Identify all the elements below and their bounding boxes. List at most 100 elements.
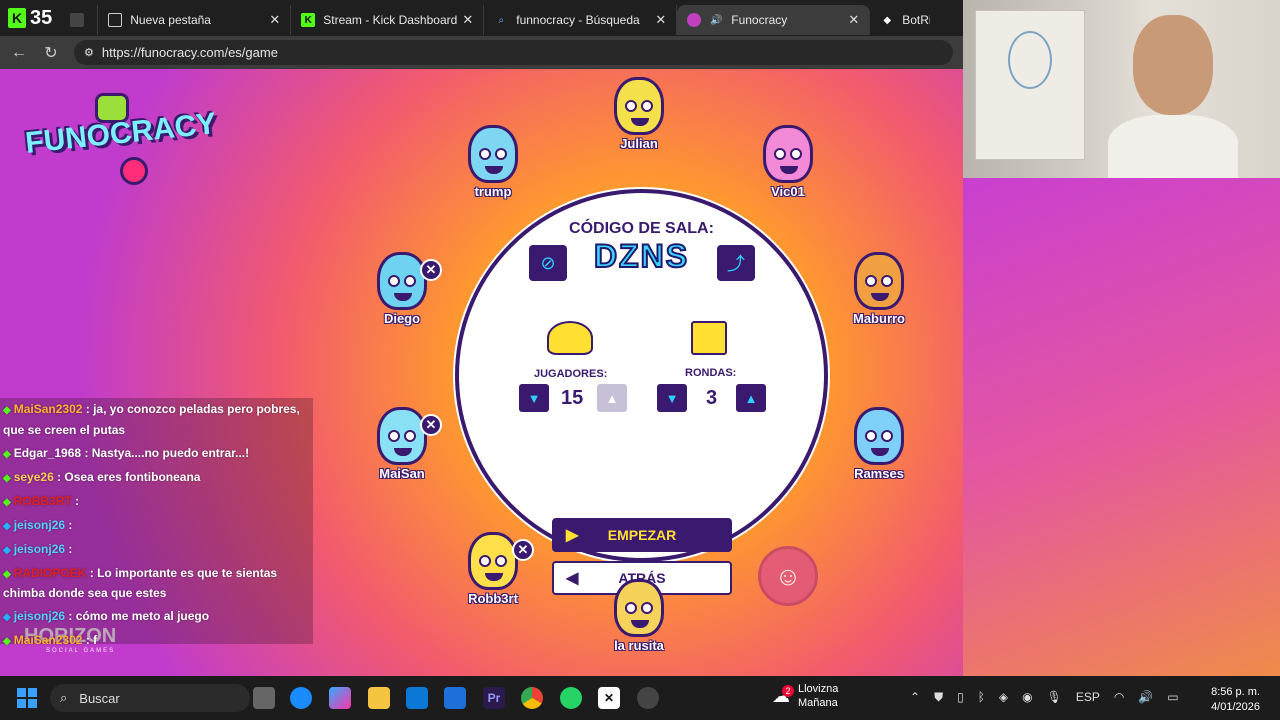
chat-username: jeisonj26 (13, 541, 66, 556)
tab-new[interactable]: Nueva pestaña ✕ (98, 5, 292, 35)
player-avatar: la rusita (602, 579, 676, 653)
avatar-face (854, 407, 904, 465)
share-icon: ⤴ (727, 254, 745, 274)
chat-text: : cómo me meto al juego (68, 609, 210, 623)
language-indicator[interactable]: ESP (1076, 690, 1100, 705)
copilot-icon[interactable] (329, 687, 351, 709)
wall-portrait-drawing (975, 10, 1085, 160)
chat-message: ◆ jeisonj26 : (3, 516, 310, 537)
tab-kick-dashboard[interactable]: K Stream - Kick Dashboard ✕ (291, 5, 485, 35)
close-icon[interactable]: ✕ (462, 12, 473, 28)
reload-icon[interactable]: ↻ (42, 43, 60, 63)
start-button[interactable]: ▶ EMPEZAR (552, 518, 732, 552)
close-icon[interactable]: ✕ (655, 12, 666, 28)
close-icon[interactable]: ✕ (848, 12, 859, 28)
url-field[interactable]: ⚙ https://funocracy.com/es/game (74, 40, 953, 65)
kick-player-button[interactable]: ✕ (512, 539, 534, 561)
network-share-icon[interactable]: ◉ (1022, 690, 1032, 705)
players-increase-button[interactable]: ▲ (597, 384, 627, 412)
tab-botrix[interactable]: ◆ BotRix | (870, 5, 930, 35)
kick-player-button[interactable]: ✕ (420, 259, 442, 281)
chat-message: ◆ jeisonj26 : cómo me meto al juego (3, 607, 310, 628)
wifi-icon[interactable]: ◠ (1114, 690, 1124, 705)
usb-icon[interactable]: ▯ (957, 690, 964, 705)
store-icon[interactable] (406, 687, 428, 709)
rounds-decrease-button[interactable]: ▼ (657, 384, 687, 412)
game-background-right (963, 178, 1280, 676)
avatar-face (468, 532, 518, 590)
triangle-up-icon: ▲ (744, 390, 758, 406)
player-name: Vic01 (771, 184, 805, 199)
weather-badge: 2 (782, 685, 794, 697)
bluetooth-icon[interactable]: ᛒ (978, 690, 985, 705)
chat-text: : (68, 541, 73, 556)
tab-counter[interactable]: K 35 (0, 0, 60, 36)
players-icon (547, 321, 593, 355)
chevron-up-icon[interactable]: ⌃ (910, 690, 920, 705)
back-arrow-icon[interactable]: ← (10, 44, 28, 62)
avatar-face (763, 125, 813, 183)
edge-icon[interactable] (290, 687, 312, 709)
windows-start-icon[interactable] (17, 688, 37, 708)
site-info-icon[interactable]: ⚙ (84, 46, 94, 59)
whatsapp-icon[interactable] (560, 687, 582, 709)
tab-count: 35 (30, 6, 53, 29)
lobby-panel: CÓDIGO DE SALA: DZNS ⊘ ⤴ JUGADORES: ▼ 15… (455, 189, 828, 595)
players-label: JUGADORES: (534, 368, 608, 380)
chat-badge-icon: ◆ (3, 472, 11, 484)
chat-message: ◆ Edgar_1968 : Nastya....no puedo entrar.… (3, 444, 310, 465)
funocracy-logo: FUNOCRACY (24, 93, 218, 185)
chat-username: seye26 (13, 469, 54, 484)
shield-icon[interactable]: ⛊ (934, 690, 943, 705)
room-code-label: CÓDIGO DE SALA: (569, 220, 714, 237)
weather-sub: Mañana (798, 697, 838, 709)
play-icon: ▶ (566, 527, 579, 544)
volume-icon[interactable]: 🔊 (1138, 690, 1153, 705)
chat-message: ◆ MaiSan2302 : ja, yo conozco peladas per… (3, 400, 310, 440)
kick-player-button[interactable]: ✕ (420, 414, 442, 436)
triangle-down-icon: ▼ (665, 390, 679, 406)
capcut-icon[interactable]: ✕ (598, 687, 620, 709)
tab-funocracy[interactable]: 🔊 Funocracy ✕ (677, 5, 871, 35)
start-label: EMPEZAR (607, 527, 677, 543)
microphone-icon[interactable]: 🎙 (1047, 690, 1062, 705)
add-bot-button[interactable]: ☺ (758, 546, 818, 606)
webcam-overlay (963, 0, 1280, 185)
player-name: trump (474, 184, 512, 199)
chrome-icon[interactable] (521, 687, 543, 709)
weather-widget[interactable]: ☁ 2 Llovizna Mañana (772, 682, 838, 710)
taskbar-search[interactable]: ⌕ Buscar (50, 684, 250, 712)
security-icon[interactable]: ◈ (999, 690, 1008, 705)
chat-text: : Osea eres fontiboneana (57, 469, 201, 484)
players-value: 15 (561, 387, 584, 409)
close-icon[interactable]: ✕ (269, 12, 280, 28)
app-icon[interactable] (637, 687, 659, 709)
chat-badge-icon: ◆ (3, 496, 11, 508)
chat-badge-icon: ◆ (3, 568, 11, 580)
players-decrease-button[interactable]: ▼ (519, 384, 549, 412)
tab-pinned[interactable] (60, 5, 99, 35)
folder-icon[interactable] (368, 687, 390, 709)
browser-tab-bar: K 35 Nueva pestaña ✕ K Stream - Kick Dashbo… (0, 0, 963, 36)
battery-icon[interactable]: ▭ (1167, 690, 1178, 705)
premiere-icon[interactable]: Pr (483, 687, 505, 709)
new-tab-icon (108, 13, 123, 27)
chat-message: ◆ ROBB3RT : (3, 492, 310, 513)
chat-text: : (75, 493, 80, 508)
player-avatar: Ramses (842, 407, 916, 481)
botrix-icon: ◆ (883, 14, 892, 26)
avatar-face (377, 407, 427, 465)
clock[interactable]: 8:56 p. m. 4/01/2026 (1211, 685, 1260, 715)
speaker-icon[interactable]: 🔊 (709, 13, 723, 27)
chat-username: ROBB3RT (13, 493, 72, 508)
hide-code-button[interactable]: ⊘ (529, 245, 567, 281)
chat-username: RADIOPOEK (13, 565, 87, 580)
share-button[interactable]: ⤴ (717, 245, 755, 281)
avatar-face (468, 125, 518, 183)
triangle-down-icon: ▼ (527, 390, 541, 406)
outlook-icon[interactable] (444, 687, 466, 709)
tab-search[interactable]: ⌕ funnocracy - Búsqueda ✕ (484, 5, 678, 35)
task-view-icon[interactable] (253, 687, 275, 709)
rounds-increase-button[interactable]: ▲ (736, 384, 766, 412)
player-name: MaiSan (379, 466, 425, 481)
